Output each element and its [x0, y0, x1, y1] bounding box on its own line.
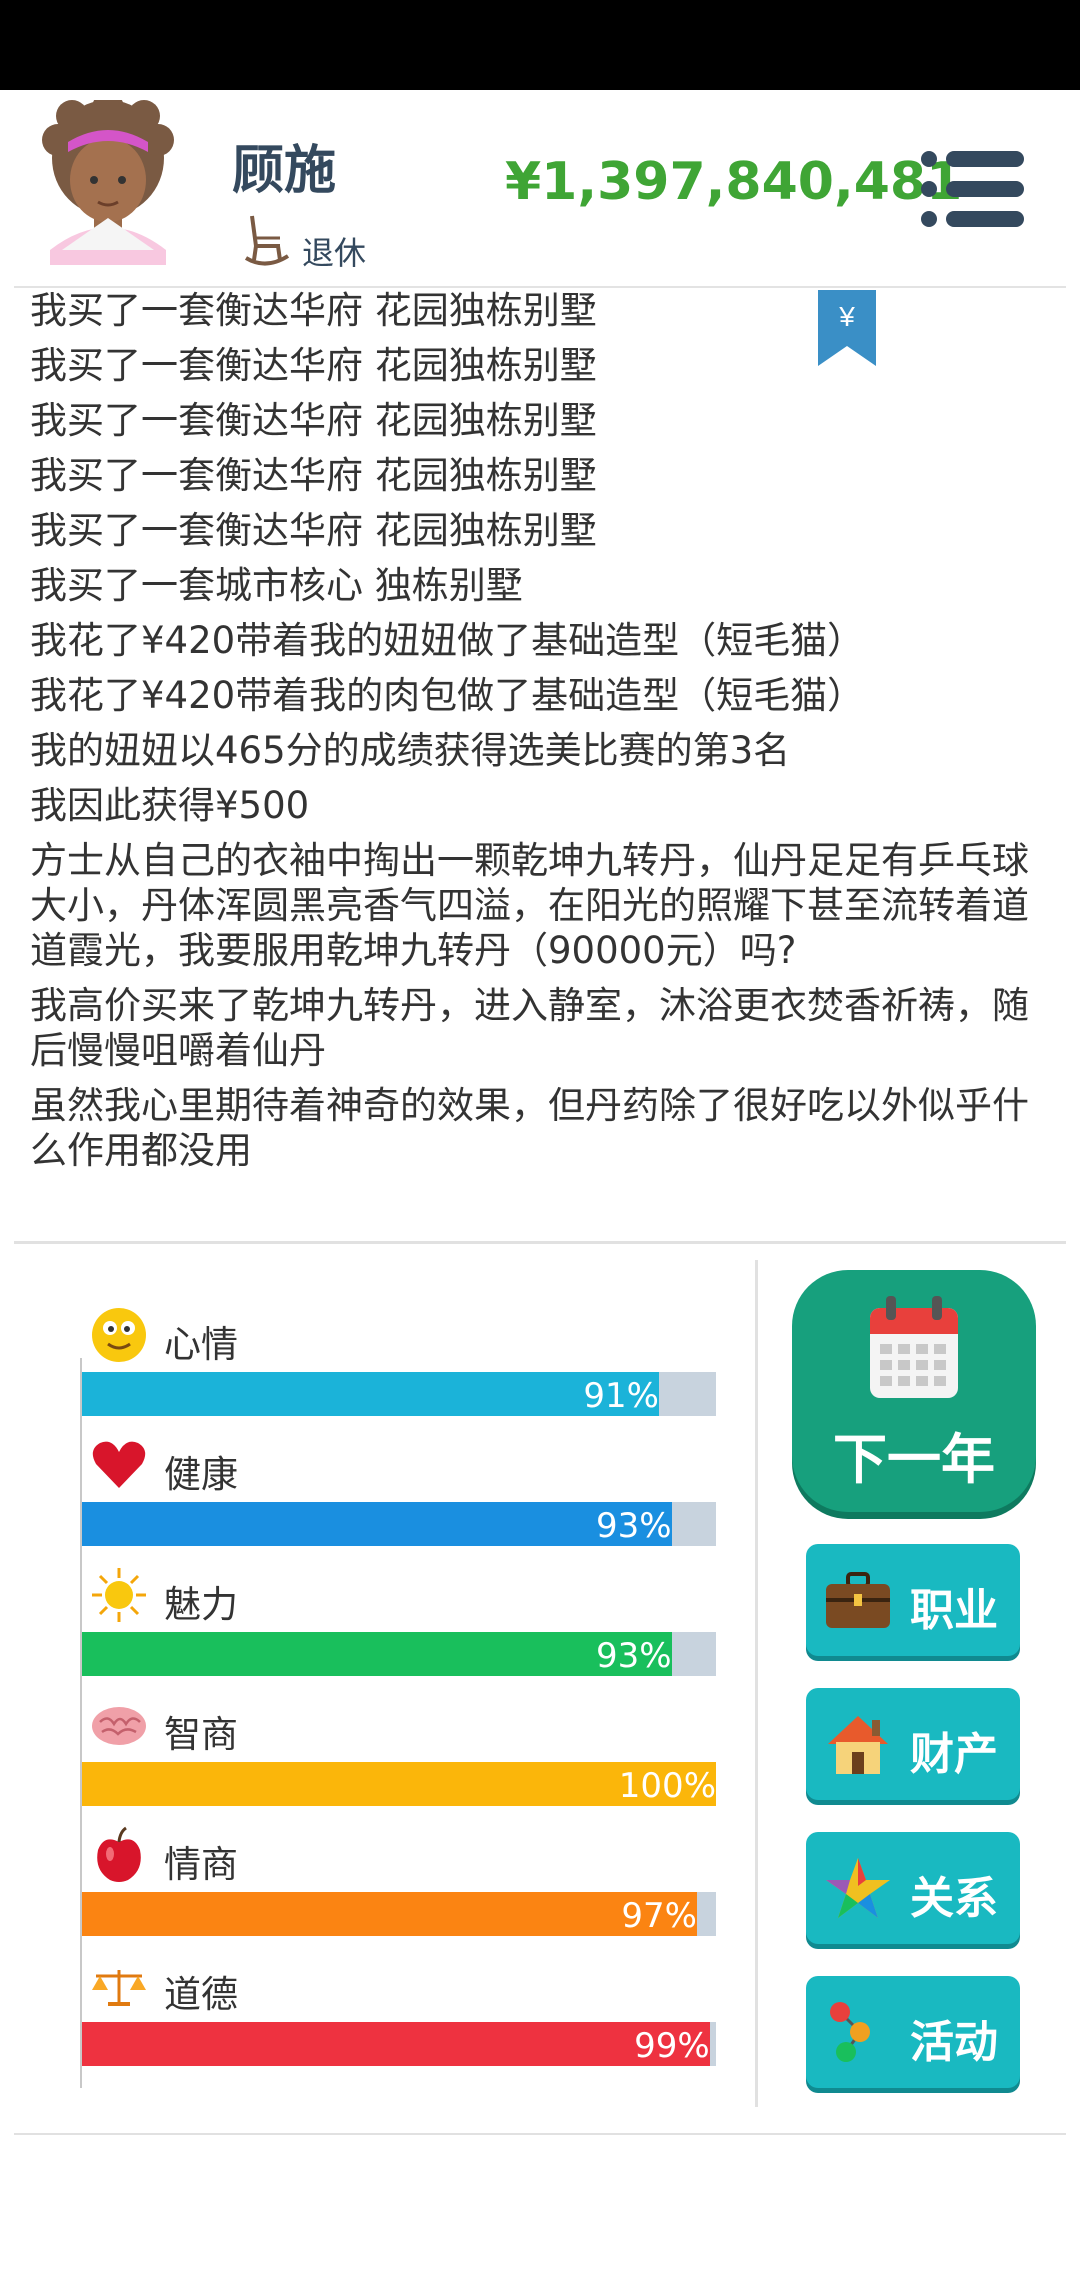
- stat-percent: 93%: [596, 1636, 672, 1676]
- log-entry: 我买了一套衡达华府 花园独栋别墅: [30, 344, 597, 387]
- scales-icon: [92, 1970, 146, 2006]
- stat-mood: 心情 91%: [80, 1300, 720, 1420]
- stat-charm: 魅力 93%: [80, 1560, 720, 1680]
- smiley-icon: [92, 1308, 146, 1362]
- activities-label: 活动: [910, 2017, 998, 2068]
- stat-bar: 93%: [82, 1502, 716, 1546]
- job-status: 退休: [302, 234, 367, 272]
- stat-health: 健康 93%: [80, 1430, 720, 1550]
- stat-percent: 91%: [583, 1376, 659, 1416]
- stat-morality: 道德 99%: [80, 1950, 720, 2070]
- stat-bar: 97%: [82, 1892, 716, 1936]
- log-entry: 我买了一套衡达华府 花园独栋别墅: [30, 509, 597, 552]
- stat-bar: 100%: [82, 1762, 716, 1806]
- stat-eq: 情商 97%: [80, 1820, 720, 1940]
- menu-icon[interactable]: [920, 148, 1024, 230]
- brain-icon: [92, 1707, 146, 1745]
- log-entry: 我花了¥420带着我的肉包做了基础造型（短毛猫）: [30, 674, 865, 717]
- career-label: 职业: [910, 1585, 998, 1636]
- property-label: 财产: [910, 1729, 998, 1780]
- activities-button[interactable]: 活动: [806, 1976, 1020, 2088]
- stat-percent: 93%: [596, 1506, 672, 1546]
- bottom-divider: [14, 2133, 1066, 2135]
- stat-label: 健康: [164, 1453, 238, 1496]
- next-year-label: 下一年: [833, 1428, 995, 1491]
- character-name: 顾施: [232, 141, 337, 201]
- relations-button[interactable]: 关系: [806, 1832, 1020, 1944]
- bookmark-symbol: ¥: [838, 301, 855, 332]
- stats-panel: 心情 91% 健康 93% 魅力 93% 智商 100% 情商 97% 道德 9…: [80, 1300, 720, 2090]
- star-icon: [826, 1858, 890, 1918]
- log-entry: 我高价买来了乾坤九转丹，进入静室，沐浴更衣焚香祈祷，随后慢慢咀嚼着仙丹: [30, 984, 1029, 1072]
- property-button[interactable]: 财产: [806, 1688, 1020, 1800]
- calendar-icon: [870, 1296, 958, 1398]
- activity-dots-icon: [830, 2002, 870, 2062]
- log-entry: 我买了一套城市核心 独栋别墅: [30, 564, 523, 607]
- log-entry: 虽然我心里期待着神奇的效果，但丹药除了很好吃以外似乎什么作用都没用: [30, 1084, 1029, 1172]
- log-entry: 我的妞妞以465分的成绩获得选美比赛的第3名: [30, 729, 791, 772]
- stat-bar: 99%: [82, 2022, 716, 2066]
- stat-percent: 99%: [634, 2026, 710, 2066]
- status-bar: [0, 0, 1080, 90]
- career-button[interactable]: 职业: [806, 1544, 1020, 1656]
- header: 顾施 退休 ¥1,397,840,481: [0, 90, 1080, 285]
- stat-label: 魅力: [164, 1583, 238, 1626]
- stat-percent: 100%: [618, 1766, 716, 1806]
- heart-icon: [92, 1441, 146, 1488]
- stat-iq: 智商 100%: [80, 1690, 720, 1810]
- next-year-button[interactable]: 下一年: [792, 1270, 1036, 1512]
- stat-bar: 91%: [82, 1372, 716, 1416]
- briefcase-icon: [826, 1572, 890, 1628]
- house-icon: [828, 1716, 888, 1774]
- log-entry: 我因此获得¥500: [30, 784, 310, 827]
- money-balance: ¥1,397,840,481: [505, 152, 963, 212]
- rocking-chair-icon: [244, 215, 290, 266]
- stat-label: 道德: [164, 1973, 238, 2016]
- stat-label: 情商: [164, 1843, 238, 1886]
- stat-label: 智商: [164, 1713, 238, 1756]
- log-entry: 方士从自己的衣袖中掏出一颗乾坤九转丹，仙丹足足有乒乓球大小，丹体浑圆黑亮香气四溢…: [30, 839, 1029, 972]
- vertical-divider: [755, 1260, 758, 2107]
- log-entry: 我买了一套衡达华府 花园独栋别墅: [30, 289, 597, 332]
- avatar[interactable]: [38, 100, 178, 265]
- log-entry: 我买了一套衡达华府 花园独栋别墅: [30, 399, 597, 442]
- stat-bar: 93%: [82, 1632, 716, 1676]
- log-entry: 我花了¥420带着我的妞妞做了基础造型（短毛猫）: [30, 619, 865, 662]
- money-bookmark-icon[interactable]: ¥: [818, 290, 876, 366]
- stat-percent: 97%: [621, 1896, 697, 1936]
- sun-icon: [92, 1568, 146, 1622]
- section-divider: [14, 1241, 1066, 1244]
- event-log[interactable]: 我买了一套衡达华府 花园独栋别墅 我买了一套衡达华府 花园独栋别墅 我买了一套衡…: [30, 288, 1050, 1208]
- apple-icon: [97, 1826, 141, 1882]
- stat-label: 心情: [164, 1323, 238, 1366]
- relations-label: 关系: [910, 1873, 998, 1924]
- log-entry: 我买了一套衡达华府 花园独栋别墅: [30, 454, 597, 497]
